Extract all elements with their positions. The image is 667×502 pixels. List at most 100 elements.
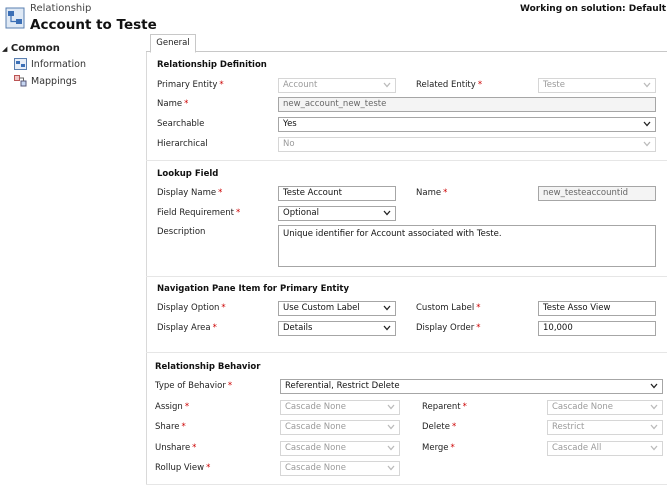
field-value: Use Custom Label [283, 303, 360, 313]
field-value: Yes [283, 119, 297, 129]
chevron-down-icon [643, 141, 651, 147]
header-subtitle: Relationship [30, 3, 92, 14]
label-text: Delete [422, 422, 450, 432]
behavior-type-select[interactable]: Referential, Restrict Delete [280, 379, 663, 394]
mappings-icon [14, 75, 27, 87]
assign-select[interactable]: Cascade None [280, 400, 400, 415]
section-divider [146, 276, 667, 277]
required-marker: * [212, 323, 217, 333]
merge-select[interactable]: Cascade All [547, 441, 663, 456]
related-entity-select[interactable]: Teste [538, 78, 656, 93]
field-value: Teste [543, 80, 565, 90]
assign-label: Assign * [155, 402, 189, 412]
display-name-label: Display Name * [157, 188, 222, 198]
label-text: Display Option [157, 303, 220, 313]
section-title-navigation-pane: Navigation Pane Item for Primary Entity [157, 284, 350, 294]
required-marker: * [218, 188, 223, 198]
required-marker: * [477, 80, 483, 90]
relationship-entity-icon [5, 7, 25, 29]
lookup-name-field[interactable]: new_testeaccountid [538, 186, 656, 201]
display-order-input[interactable]: 10,000 [538, 321, 656, 336]
share-label: Share * [155, 422, 186, 432]
required-marker: * [184, 402, 190, 412]
nav-item-label: Mappings [31, 75, 77, 87]
form-bottom-border [146, 484, 667, 485]
section-divider [146, 160, 667, 161]
page-title: Account to Teste [30, 17, 157, 33]
lookup-name-label: Name * [416, 188, 447, 198]
name-label: Name * [157, 99, 188, 109]
field-value: Cascade None [552, 402, 613, 412]
nav-section-common[interactable]: ◢ Common [2, 43, 60, 54]
label-text: Field Requirement [157, 208, 234, 218]
custom-label-label: Custom Label * [416, 303, 480, 313]
tab-strip-line [146, 51, 667, 52]
label-text: Assign [155, 402, 183, 412]
primary-entity-label: Primary Entity * [157, 80, 224, 90]
merge-label: Merge * [422, 443, 455, 453]
field-value: Referential, Restrict Delete [285, 381, 400, 391]
required-marker: * [181, 422, 186, 432]
relationship-name-field[interactable]: new_account_new_teste [278, 97, 656, 112]
delete-select[interactable]: Restrict [547, 420, 663, 435]
hierarchical-label: Hierarchical [157, 139, 208, 149]
unshare-select[interactable]: Cascade None [280, 441, 400, 456]
chevron-down-icon [383, 210, 391, 216]
required-marker: * [227, 381, 233, 391]
chevron-down-icon [383, 82, 391, 88]
chevron-down-icon [643, 82, 651, 88]
tab-general[interactable]: General [150, 34, 196, 53]
section-title-relationship-definition: Relationship Definition [157, 60, 267, 70]
rollup-view-label: Rollup View * [155, 463, 210, 473]
delete-label: Delete * [422, 422, 456, 432]
label-text: Display Name [157, 188, 217, 198]
reparent-select[interactable]: Cascade None [547, 400, 663, 415]
label-text: Name [416, 188, 442, 198]
share-select[interactable]: Cascade None [280, 420, 400, 435]
label-text: Display Area [157, 323, 211, 333]
display-option-select[interactable]: Use Custom Label [278, 301, 396, 316]
description-textarea[interactable]: Unique identifier for Account associated… [278, 225, 656, 267]
primary-entity-select[interactable]: Account [278, 78, 396, 93]
required-marker: * [450, 443, 455, 453]
searchable-select[interactable]: Yes [278, 117, 656, 132]
field-value: Cascade All [552, 443, 602, 453]
collapse-triangle-icon: ◢ [2, 45, 8, 53]
chevron-down-icon [387, 445, 395, 451]
section-divider [146, 352, 667, 353]
label-text: Reparent [422, 402, 461, 412]
field-value: Optional [283, 208, 319, 218]
chevron-down-icon [650, 445, 658, 451]
required-marker: * [184, 99, 189, 109]
nav-item-mappings[interactable]: Mappings [14, 75, 77, 87]
label-text: Custom Label [416, 303, 475, 313]
custom-label-input[interactable]: Teste Asso View [538, 301, 656, 316]
chevron-down-icon [650, 404, 658, 410]
required-marker: * [462, 402, 467, 412]
display-area-select[interactable]: Details [278, 321, 396, 336]
reparent-label: Reparent * [422, 402, 467, 412]
required-marker: * [221, 303, 226, 313]
label-text: Primary Entity [157, 80, 218, 90]
required-marker: * [476, 303, 481, 313]
required-marker: * [206, 463, 211, 473]
nav-section-label: Common [10, 43, 60, 54]
display-name-input[interactable]: Teste Account [278, 186, 396, 201]
nav-item-information[interactable]: Information [14, 58, 86, 70]
solution-indicator: Working on solution: Default Soluti [520, 4, 667, 14]
rollup-view-select[interactable]: Cascade None [280, 461, 400, 476]
related-entity-label: Related Entity * [416, 80, 482, 90]
label-text: Rollup View [155, 463, 205, 473]
required-marker: * [219, 80, 224, 90]
field-value: Cascade None [285, 402, 346, 412]
hierarchical-select[interactable]: No [278, 137, 656, 152]
field-value: Cascade None [285, 463, 346, 473]
required-marker: * [192, 443, 197, 453]
field-requirement-select[interactable]: Optional [278, 206, 396, 221]
field-value: No [283, 139, 295, 149]
chevron-down-icon [387, 465, 395, 471]
description-label: Description [157, 227, 206, 237]
section-title-lookup-field: Lookup Field [157, 169, 219, 179]
nav-item-label: Information [31, 58, 86, 70]
label-text: Display Order [416, 323, 475, 333]
